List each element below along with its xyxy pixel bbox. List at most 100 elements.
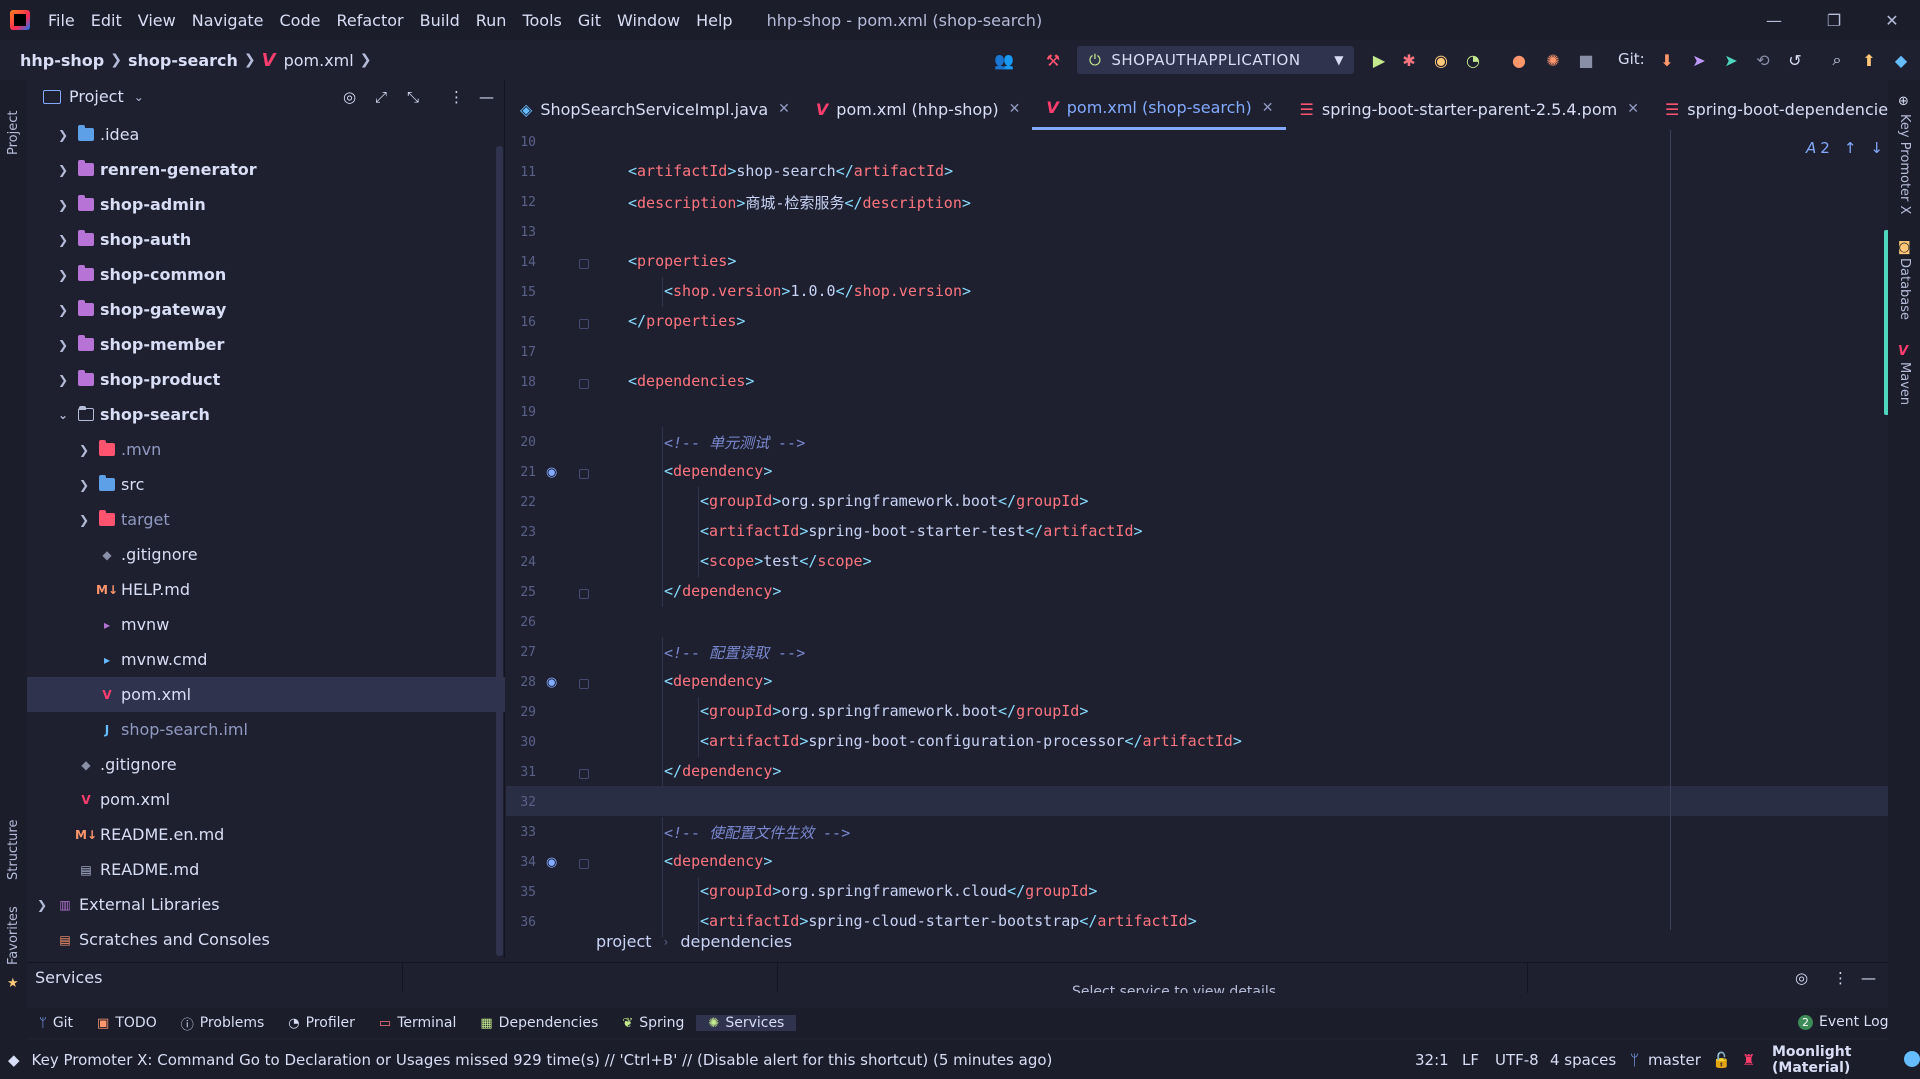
- tree-item[interactable]: ❯ shop-product: [27, 362, 505, 397]
- chevron-right-icon[interactable]: ❯: [77, 513, 91, 527]
- close-tab-icon[interactable]: ✕: [1627, 101, 1639, 117]
- close-tab-icon[interactable]: ✕: [1009, 101, 1021, 117]
- tree-item[interactable]: ▤ README.md: [27, 852, 505, 887]
- editor-tab[interactable]: ☰ spring-boot-starter-parent-2.5.4.pom ✕: [1286, 88, 1651, 130]
- chevron-right-icon[interactable]: ❯: [56, 233, 70, 247]
- editor-tab[interactable]: ◈ ShopSearchServiceImpl.java ✕: [506, 88, 802, 130]
- structure-tool-tab[interactable]: Structure: [6, 820, 21, 880]
- editor-tab[interactable]: Vpom.xml (hhp-shop) ✕: [802, 88, 1032, 130]
- dependency-gutter-icon[interactable]: ◉: [546, 465, 566, 481]
- update-icon[interactable]: ⬆: [1858, 49, 1880, 71]
- options-menu-icon[interactable]: ⋮: [449, 88, 464, 106]
- profile-icon[interactable]: ◔: [1462, 49, 1484, 71]
- menu-navigate[interactable]: Navigate: [184, 11, 272, 30]
- status-message[interactable]: Key Promoter X: Command Go to Declaratio…: [32, 1051, 1053, 1069]
- breadcrumb-project-tag[interactable]: project: [596, 932, 652, 951]
- expand-all-icon[interactable]: ⤢: [375, 88, 387, 106]
- breadcrumb-module[interactable]: shop-search: [128, 51, 238, 70]
- tool-tab-spring[interactable]: ❦ Spring: [610, 1015, 696, 1031]
- breadcrumb-file[interactable]: pom.xml: [284, 51, 354, 70]
- dependency-gutter-icon[interactable]: ◉: [546, 855, 566, 871]
- stop-icon[interactable]: ■: [1575, 49, 1597, 71]
- tree-item[interactable]: ❯ .mvn: [27, 432, 505, 467]
- tree-item[interactable]: M↓ README.en.md: [27, 817, 505, 852]
- tree-item[interactable]: ❯ .idea: [27, 117, 505, 152]
- chevron-right-icon[interactable]: ❯: [35, 898, 49, 912]
- event-log-button[interactable]: 2 Event Log: [1798, 1014, 1889, 1030]
- menu-code[interactable]: Code: [272, 11, 329, 30]
- fold-marker-icon[interactable]: [579, 589, 589, 599]
- search-icon[interactable]: ⌕: [1826, 49, 1848, 71]
- tree-item[interactable]: ❯ shop-auth: [27, 222, 505, 257]
- minimize-icon[interactable]: —: [1744, 0, 1804, 40]
- chevron-down-icon[interactable]: ⌄: [134, 90, 144, 104]
- chevron-right-icon[interactable]: ❯: [77, 478, 91, 492]
- debug-icon[interactable]: ✱: [1398, 49, 1420, 71]
- tree-item[interactable]: M↓ HELP.md: [27, 572, 505, 607]
- tree-item[interactable]: ▸ mvnw: [27, 607, 505, 642]
- chevron-right-icon[interactable]: ❯: [56, 163, 70, 177]
- tree-item[interactable]: ◆ .gitignore: [27, 747, 505, 782]
- tool-tab-terminal[interactable]: ▭ Terminal: [367, 1015, 468, 1031]
- favorites-tool-tab[interactable]: Favorites: [6, 906, 21, 965]
- coverage-icon[interactable]: ◉: [1430, 49, 1452, 71]
- tool-tab-services[interactable]: ✺ Services: [696, 1015, 797, 1031]
- prev-highlight-icon[interactable]: ↑: [1844, 139, 1857, 157]
- menu-help[interactable]: Help: [688, 11, 740, 30]
- menu-tools[interactable]: Tools: [514, 11, 569, 30]
- tree-item[interactable]: ▸ mvnw.cmd: [27, 642, 505, 677]
- restore-icon[interactable]: ❐: [1804, 0, 1864, 40]
- chevron-right-icon[interactable]: ❯: [56, 128, 70, 142]
- tree-item[interactable]: Vpom.xml: [27, 677, 505, 712]
- git-update-icon[interactable]: ⬇: [1656, 49, 1678, 71]
- tree-item[interactable]: ❯ shop-admin: [27, 187, 505, 222]
- settings-gear-icon[interactable]: ✺: [1542, 49, 1564, 71]
- tree-item[interactable]: ❯ shop-common: [27, 257, 505, 292]
- git-push-icon[interactable]: ➤: [1720, 49, 1742, 71]
- menu-git[interactable]: Git: [570, 11, 609, 30]
- lock-icon[interactable]: 🔓: [1712, 1051, 1731, 1069]
- collapse-all-icon[interactable]: ⤡: [407, 88, 419, 106]
- indent-setting[interactable]: 4 spaces: [1550, 1051, 1616, 1069]
- menu-file[interactable]: File: [40, 11, 83, 30]
- breadcrumb-project[interactable]: hhp-shop: [0, 51, 104, 70]
- git-history-icon[interactable]: ⟲: [1752, 49, 1774, 71]
- tree-item[interactable]: ❯ src: [27, 467, 505, 502]
- breadcrumb-dependencies-tag[interactable]: dependencies: [680, 932, 792, 951]
- next-highlight-icon[interactable]: ↓: [1870, 139, 1883, 157]
- tree-item[interactable]: ❯ renren-generator: [27, 152, 505, 187]
- database-tool-tab[interactable]: Database: [1897, 258, 1912, 320]
- git-branch[interactable]: master: [1648, 1051, 1701, 1069]
- tool-tab-profiler[interactable]: ◔ Profiler: [276, 1015, 367, 1031]
- tool-tab-git[interactable]: ᛘ Git: [27, 1015, 85, 1031]
- tree-item[interactable]: ❯ ▥ External Libraries: [27, 887, 505, 922]
- chevron-right-icon[interactable]: ❯: [56, 303, 70, 317]
- tree-item[interactable]: ⌄ shop-search: [27, 397, 505, 432]
- run-icon[interactable]: ▶: [1368, 49, 1390, 71]
- close-tab-icon[interactable]: ✕: [1262, 100, 1274, 116]
- close-window-icon[interactable]: ✕: [1862, 0, 1920, 40]
- tool-tab-todo[interactable]: ▣ TODO: [85, 1015, 169, 1031]
- tool-tab-dependencies[interactable]: ▦ Dependencies: [468, 1015, 610, 1031]
- git-rollback-icon[interactable]: ↺: [1784, 49, 1806, 71]
- users-dropdown-icon[interactable]: 👥: [993, 49, 1015, 71]
- menu-view[interactable]: View: [130, 11, 184, 30]
- editor-tab[interactable]: Vpom.xml (shop-search) ✕: [1032, 88, 1286, 130]
- chevron-right-icon[interactable]: ❯: [56, 373, 70, 387]
- services-hide-icon[interactable]: —: [1861, 969, 1876, 987]
- run-configuration-select[interactable]: ⏻ SHOPAUTHAPPLICATION ▼: [1077, 46, 1354, 74]
- chevron-right-icon[interactable]: ❯: [56, 198, 70, 212]
- tree-item[interactable]: ❯ shop-member: [27, 327, 505, 362]
- menu-refactor[interactable]: Refactor: [328, 11, 411, 30]
- services-options-icon[interactable]: ⋮: [1833, 969, 1848, 987]
- hide-panel-icon[interactable]: —: [479, 88, 494, 106]
- fold-marker-icon[interactable]: [579, 679, 589, 689]
- theme-name[interactable]: Moonlight (Material): [1772, 1044, 1920, 1076]
- fold-marker-icon[interactable]: [579, 319, 589, 329]
- project-view-select[interactable]: Project: [69, 87, 124, 106]
- fold-marker-icon[interactable]: [579, 469, 589, 479]
- close-tab-icon[interactable]: ✕: [778, 101, 790, 117]
- maven-tool-tab[interactable]: Maven: [1897, 362, 1912, 405]
- menu-run[interactable]: Run: [468, 11, 515, 30]
- services-target-icon[interactable]: ◎: [1795, 969, 1808, 987]
